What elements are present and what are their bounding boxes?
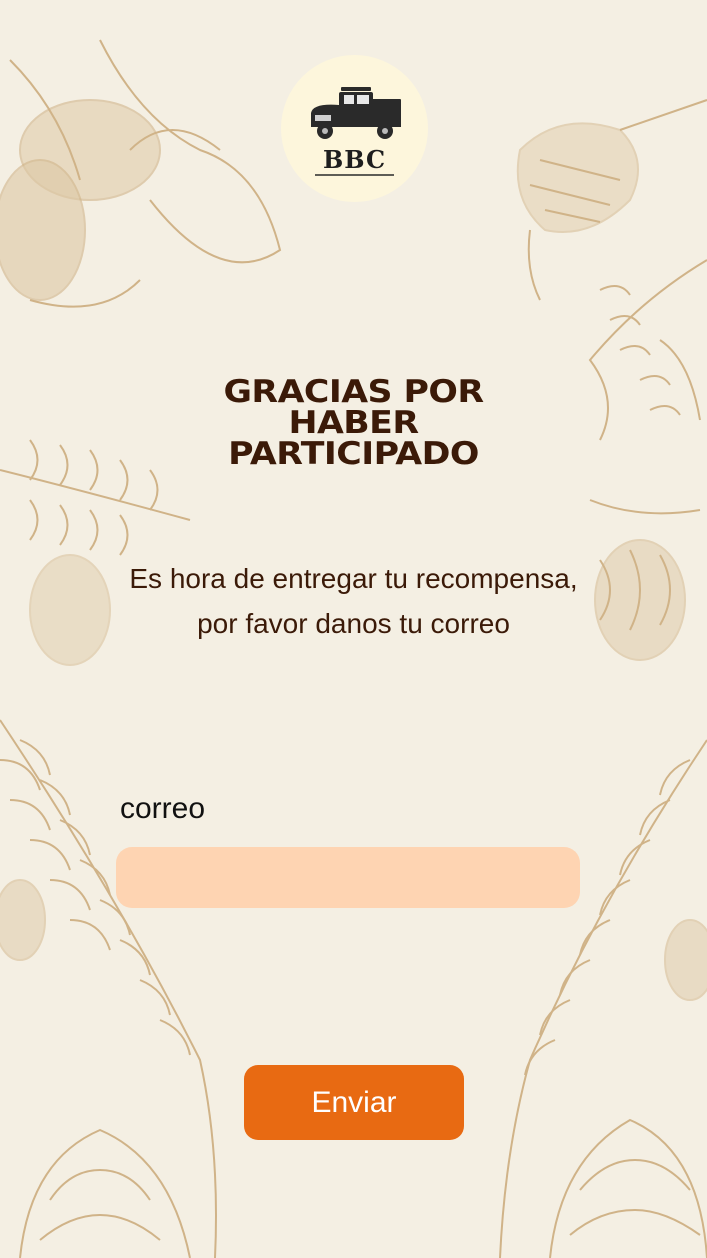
email-label: correo <box>120 792 206 825</box>
wheat-stalk-right <box>499 739 707 1258</box>
title-line: HABER <box>288 404 419 441</box>
hop-illustration-right <box>589 499 701 661</box>
email-field[interactable] <box>116 847 580 908</box>
hop-cone-bottom-right <box>549 1118 707 1258</box>
page-title: GRACIAS POR HABER PARTICIPADO <box>70 373 638 472</box>
logo-text: BBC <box>322 145 387 174</box>
honey-dipper-illustration <box>516 99 707 301</box>
hop-cone-bottom-left <box>19 1128 191 1258</box>
truck-icon <box>311 87 401 176</box>
instruction-text: Es hora de entregar tu recompensa, por f… <box>129 563 578 639</box>
brand-logo: BBC <box>281 55 428 202</box>
bee-illustration <box>0 39 282 308</box>
submit-button[interactable]: Enviar <box>244 1065 464 1140</box>
title-line: GRACIAS POR <box>223 373 484 410</box>
title-line: PARTICIPADO <box>228 435 479 472</box>
